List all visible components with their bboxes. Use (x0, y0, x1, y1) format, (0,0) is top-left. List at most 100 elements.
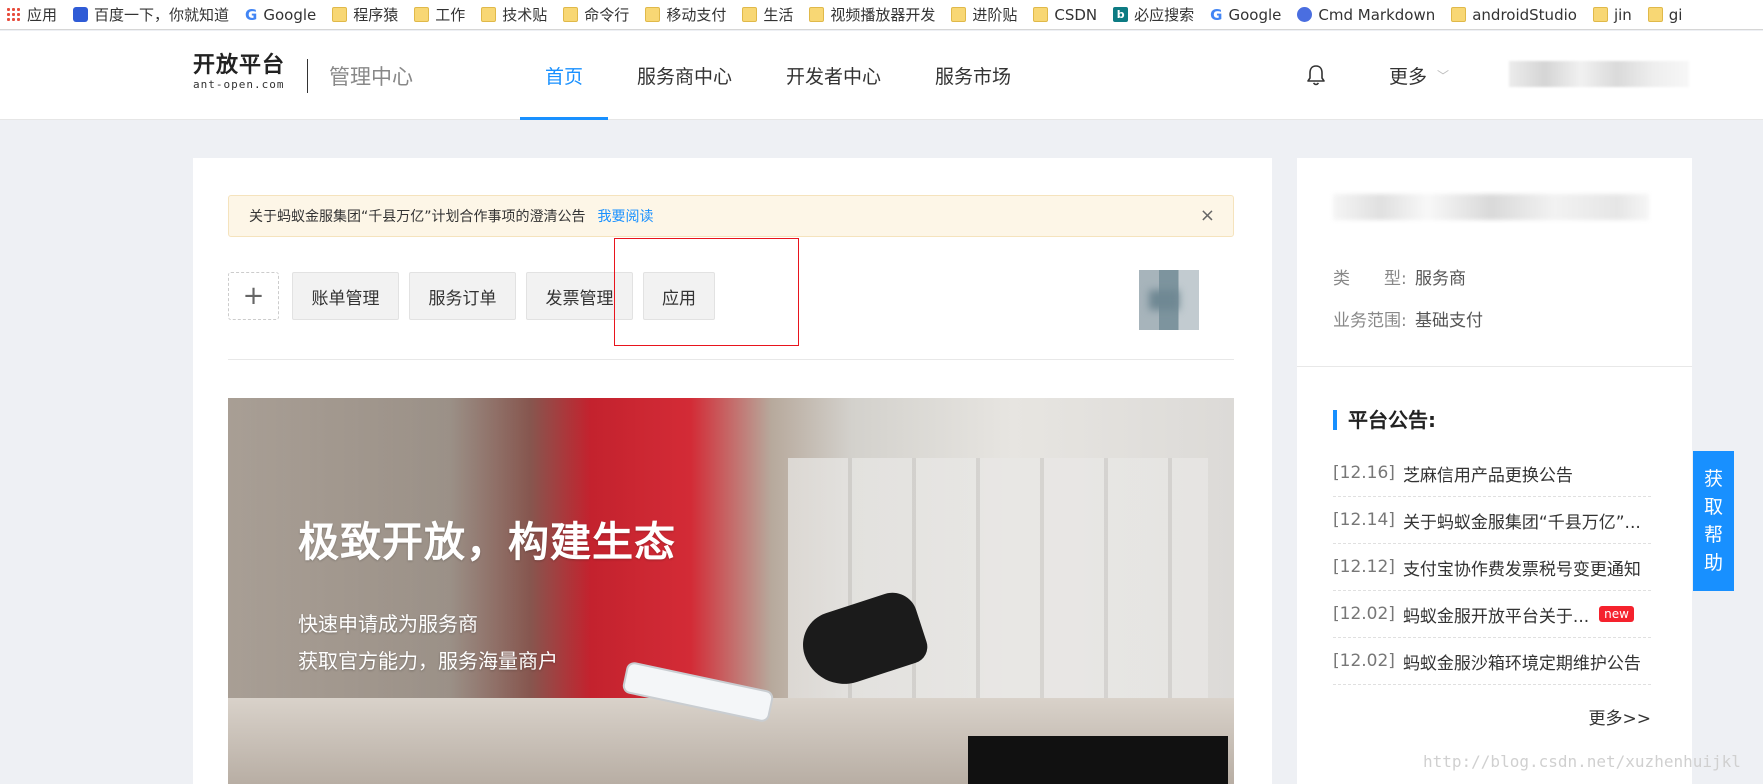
announcements-title: 平台公告: (1333, 410, 1436, 430)
bookmark-folder[interactable]: androidStudio (1451, 6, 1577, 24)
bing-icon: b (1113, 7, 1129, 22)
section-title: 管理中心 (329, 65, 413, 89)
account-type-label: 类 型: (1333, 269, 1407, 289)
bookmark-folder[interactable]: 进阶贴 (951, 4, 1017, 25)
announcement-text: 蚂蚁金服沙箱环境定期维护公告 (1402, 653, 1641, 674)
bookmarks-bar: 应用 百度一下，你就知道 G Google 程序猿 工作 技术贴 命令行 移动支付… (0, 0, 1763, 30)
shortcut-billing[interactable]: 账单管理 (292, 272, 399, 320)
account-type-row: 类 型: 服务商 (1333, 264, 1466, 289)
folder-icon (951, 7, 967, 22)
bookmark-cmd-markdown[interactable]: Cmd Markdown (1297, 6, 1435, 24)
business-scope-value: 基础支付 (1415, 311, 1483, 331)
google-icon: G (245, 5, 258, 24)
logo-divider (307, 59, 308, 93)
bookmark-folder[interactable]: CSDN (1033, 6, 1097, 24)
announcement-item[interactable]: [12.12] 支付宝协作费发票税号变更通知 (1333, 544, 1651, 591)
announcement-date: [12.02] (1333, 651, 1395, 671)
announcement-item[interactable]: [12.14] 关于蚂蚁金服集团“千县万亿”... (1333, 497, 1651, 544)
close-icon[interactable]: × (1200, 205, 1215, 226)
nav-item-service-market[interactable]: 服务市场 (910, 31, 1036, 120)
bookmark-folder[interactable]: 程序猿 (332, 4, 398, 25)
divider (228, 359, 1234, 360)
folder-icon (742, 7, 758, 22)
folder-icon (1592, 7, 1608, 22)
baidu-icon (73, 7, 89, 22)
qr-code-blurred[interactable] (1139, 270, 1199, 330)
hero-banner[interactable]: 极致开放，构建生态 快速申请成为服务商 获取官方能力，服务海量商户 (228, 398, 1234, 784)
main-nav: 首页 服务商中心 开发者中心 服务市场 (520, 31, 1040, 120)
banner-subtitle-line: 快速申请成为服务商 (298, 612, 478, 636)
business-scope-row: 业务范围: 基础支付 (1333, 306, 1483, 331)
account-sidebar: 类 型: 服务商 业务范围: 基础支付 平台公告: [12.16] 芝麻信用产品… (1297, 158, 1692, 784)
bookmark-folder[interactable]: 技术贴 (481, 4, 547, 25)
get-help-tab[interactable]: 获取帮助 (1693, 451, 1734, 591)
user-account-blurred[interactable] (1509, 61, 1689, 87)
pos-terminal-image (968, 736, 1228, 784)
watermark: http://blog.csdn.net/xuzhenhuijkl (1423, 752, 1741, 771)
announcement-text: 蚂蚁金服开放平台关于... (1402, 606, 1590, 627)
banner-subtitle-line: 获取官方能力，服务海量商户 (298, 649, 558, 673)
notice-read-link[interactable]: 我要阅读 (598, 206, 654, 226)
folder-icon (414, 7, 430, 22)
folder-icon (563, 7, 579, 22)
bookmark-google[interactable]: G Google (1210, 6, 1281, 24)
announcement-date: [12.12] (1333, 557, 1395, 577)
announcement-text: 关于蚂蚁金服集团“千县万亿”... (1402, 512, 1641, 533)
bookmark-bing[interactable]: b 必应搜索 (1113, 4, 1194, 25)
bookmark-folder[interactable]: 命令行 (563, 4, 629, 25)
apps-grid-icon (6, 7, 21, 22)
bookmark-folder[interactable]: jin (1592, 6, 1632, 24)
more-label: 更多 (1389, 66, 1428, 88)
add-shortcut-button[interactable]: + (228, 272, 279, 320)
notice-bar: 关于蚂蚁金服集团“千县万亿”计划合作事项的澄清公告 我要阅读 × (228, 195, 1234, 237)
shortcut-service-orders[interactable]: 服务订单 (409, 272, 516, 320)
top-header: 开放平台 ant-open.com 管理中心 首页 服务商中心 开发者中心 服务… (0, 31, 1763, 120)
folder-icon (645, 7, 661, 22)
nav-item-developer-center[interactable]: 开发者中心 (761, 31, 906, 120)
banner-title: 极致开放，构建生态 (298, 518, 676, 566)
announcement-date: [12.14] (1333, 510, 1395, 530)
folder-icon (332, 7, 348, 22)
nav-item-home[interactable]: 首页 (520, 31, 609, 120)
bookmark-google[interactable]: G Google (245, 6, 316, 24)
announcement-item[interactable]: [12.02] 蚂蚁金服开放平台关于... new (1333, 591, 1651, 638)
folder-icon (1647, 7, 1663, 22)
bookmark-folder[interactable]: 移动支付 (645, 4, 726, 25)
chevron-down-icon: ﹀ (1437, 69, 1450, 83)
folder-icon (481, 7, 497, 22)
bookmark-apps[interactable]: 应用 (6, 4, 57, 25)
folder-icon (1451, 7, 1467, 22)
announcement-date: [12.02] (1333, 604, 1395, 624)
highlight-annotation-box (614, 238, 799, 346)
nav-item-provider-center[interactable]: 服务商中心 (612, 31, 757, 120)
bookmark-folder[interactable]: 工作 (414, 4, 465, 25)
bookmark-folder[interactable]: gi (1647, 6, 1682, 24)
announcement-text: 芝麻信用产品更换公告 (1402, 465, 1573, 486)
announcement-list: [12.16] 芝麻信用产品更换公告 [12.14] 关于蚂蚁金服集团“千县万亿… (1333, 450, 1651, 685)
bell-icon[interactable] (1305, 63, 1327, 87)
folder-icon (1033, 7, 1049, 22)
announcement-item[interactable]: [12.02] 蚂蚁金服沙箱环境定期维护公告 (1333, 638, 1651, 685)
announcement-date: [12.16] (1333, 463, 1395, 483)
announcements-more-link[interactable]: 更多>> (1589, 704, 1652, 729)
notice-text: 关于蚂蚁金服集团“千县万亿”计划合作事项的澄清公告 (249, 209, 586, 225)
google-icon: G (1210, 5, 1223, 24)
bookmark-folder[interactable]: 视频播放器开发 (809, 4, 935, 25)
account-type-value: 服务商 (1415, 269, 1466, 289)
logo[interactable]: 开放平台 ant-open.com (193, 53, 285, 91)
divider (1297, 366, 1692, 367)
announcement-text: 支付宝协作费发票税号变更通知 (1402, 559, 1641, 580)
account-name-blurred (1333, 194, 1649, 220)
new-badge: new (1599, 606, 1634, 622)
bookmark-baidu[interactable]: 百度一下，你就知道 (73, 4, 229, 25)
cmd-markdown-icon (1297, 7, 1313, 22)
logo-title: 开放平台 (193, 53, 286, 78)
get-help-label: 获取帮助 (1703, 468, 1723, 574)
more-menu[interactable]: 更多 ﹀ (1389, 62, 1449, 89)
bookmark-folder[interactable]: 生活 (742, 4, 793, 25)
main-panel: 关于蚂蚁金服集团“千县万亿”计划合作事项的澄清公告 我要阅读 × + 账单管理 … (193, 158, 1272, 784)
announcement-item[interactable]: [12.16] 芝麻信用产品更换公告 (1333, 450, 1651, 497)
folder-icon (809, 7, 825, 22)
logo-domain: ant-open.com (193, 78, 285, 91)
business-scope-label: 业务范围: (1333, 311, 1407, 331)
